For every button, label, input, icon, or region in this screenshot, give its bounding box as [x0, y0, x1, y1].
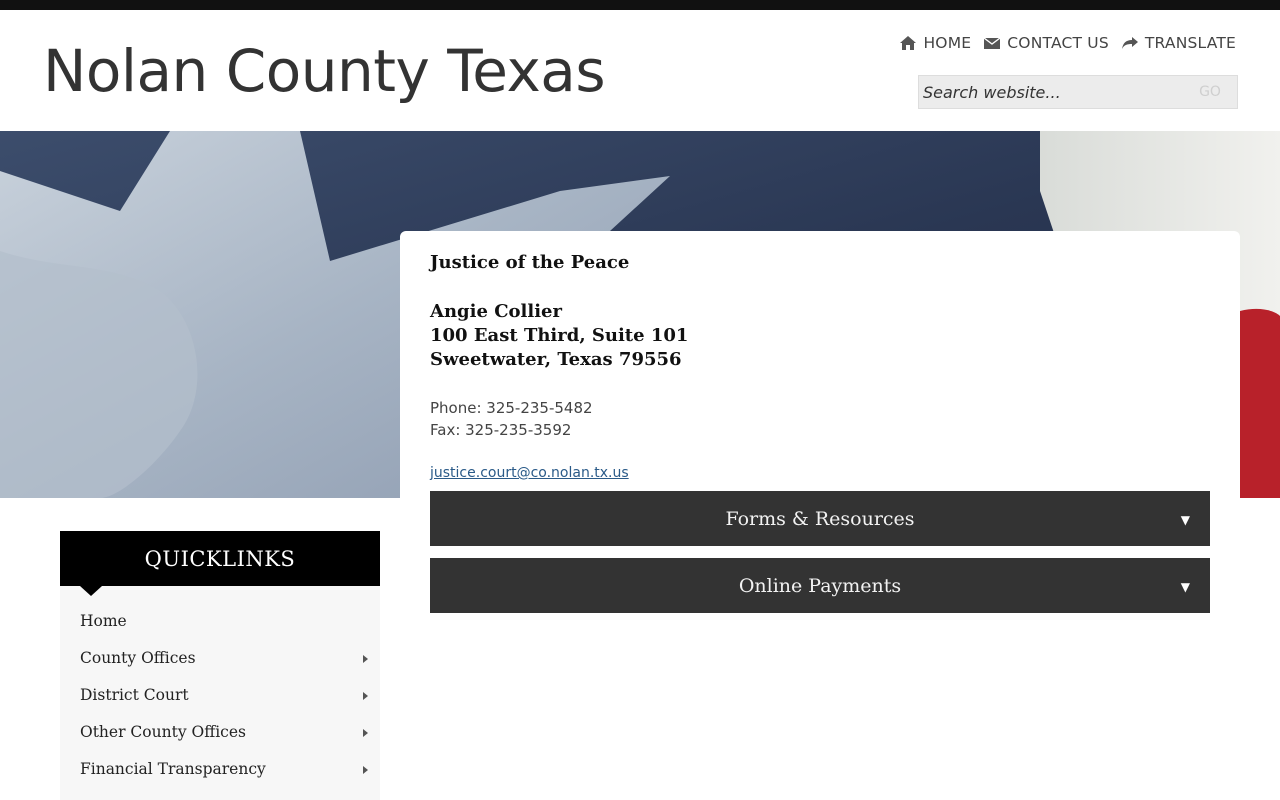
address-line-2: Sweetwater, Texas 79556: [430, 349, 682, 370]
address-line-1: 100 East Third, Suite 101: [430, 325, 689, 346]
nav-home-link[interactable]: HOME: [899, 34, 971, 52]
phone-text: Phone: 325-235-5482: [430, 399, 593, 417]
quicklink-financial-transparency[interactable]: Financial Transparency: [60, 751, 380, 788]
caret-right-icon: [363, 692, 368, 700]
nav-translate-link[interactable]: TRANSLATE: [1121, 34, 1236, 52]
fax-text: Fax: 325-235-3592: [430, 421, 572, 439]
quicklinks-notch: [80, 586, 102, 596]
official-name: Angie Collier: [430, 301, 562, 322]
quicklink-label: District Court: [80, 686, 189, 704]
quicklinks-heading: QUICKLINKS: [144, 546, 296, 571]
top-navigation: HOME CONTACT US TRANSLATE: [899, 34, 1236, 52]
search-go-button[interactable]: GO: [1183, 76, 1237, 108]
quicklink-home[interactable]: Home: [60, 603, 380, 640]
caret-right-icon: [363, 766, 368, 774]
search-box: GO: [918, 75, 1238, 109]
chevron-down-icon: ▼: [1180, 513, 1190, 527]
content-card: Justice of the Peace Angie Collier 100 E…: [400, 231, 1240, 631]
quicklink-county-offices[interactable]: County Offices: [60, 640, 380, 677]
quicklinks-list: Home County Offices District Court Other…: [60, 603, 380, 788]
nav-translate-label: TRANSLATE: [1144, 34, 1236, 52]
nav-contact-link[interactable]: CONTACT US: [983, 34, 1109, 52]
quicklinks-header: QUICKLINKS: [60, 531, 380, 586]
nav-home-label: HOME: [923, 34, 972, 52]
accordion-forms-resources[interactable]: Forms & Resources ▼: [430, 491, 1210, 546]
caret-right-icon: [363, 655, 368, 663]
quicklink-label: Other County Offices: [80, 723, 246, 741]
home-icon: [899, 35, 917, 51]
address-block: Angie Collier 100 East Third, Suite 101 …: [430, 300, 688, 372]
quicklink-label: Financial Transparency: [80, 760, 266, 778]
caret-right-icon: [363, 729, 368, 737]
accordion-label: Forms & Resources: [725, 507, 915, 530]
site-title[interactable]: Nolan County Texas: [43, 38, 606, 105]
email-link[interactable]: justice.court@co.nolan.tx.us: [430, 465, 629, 481]
envelope-icon: [983, 35, 1001, 51]
search-input[interactable]: [919, 76, 1183, 108]
quicklink-label: Home: [80, 612, 127, 630]
page-title: Justice of the Peace: [430, 252, 630, 273]
contact-info: Phone: 325-235-5482 Fax: 325-235-3592: [430, 397, 593, 441]
quicklink-label: County Offices: [80, 649, 196, 667]
quicklink-other-county-offices[interactable]: Other County Offices: [60, 714, 380, 751]
top-bar: [0, 0, 1280, 10]
accordion-online-payments[interactable]: Online Payments ▼: [430, 558, 1210, 613]
chevron-down-icon: ▼: [1180, 580, 1190, 594]
quicklinks-panel: QUICKLINKS Home County Offices District …: [60, 531, 380, 800]
nav-contact-label: CONTACT US: [1007, 34, 1109, 52]
accordion-label: Online Payments: [738, 574, 902, 597]
quicklink-district-court[interactable]: District Court: [60, 677, 380, 714]
share-icon: [1121, 35, 1139, 51]
